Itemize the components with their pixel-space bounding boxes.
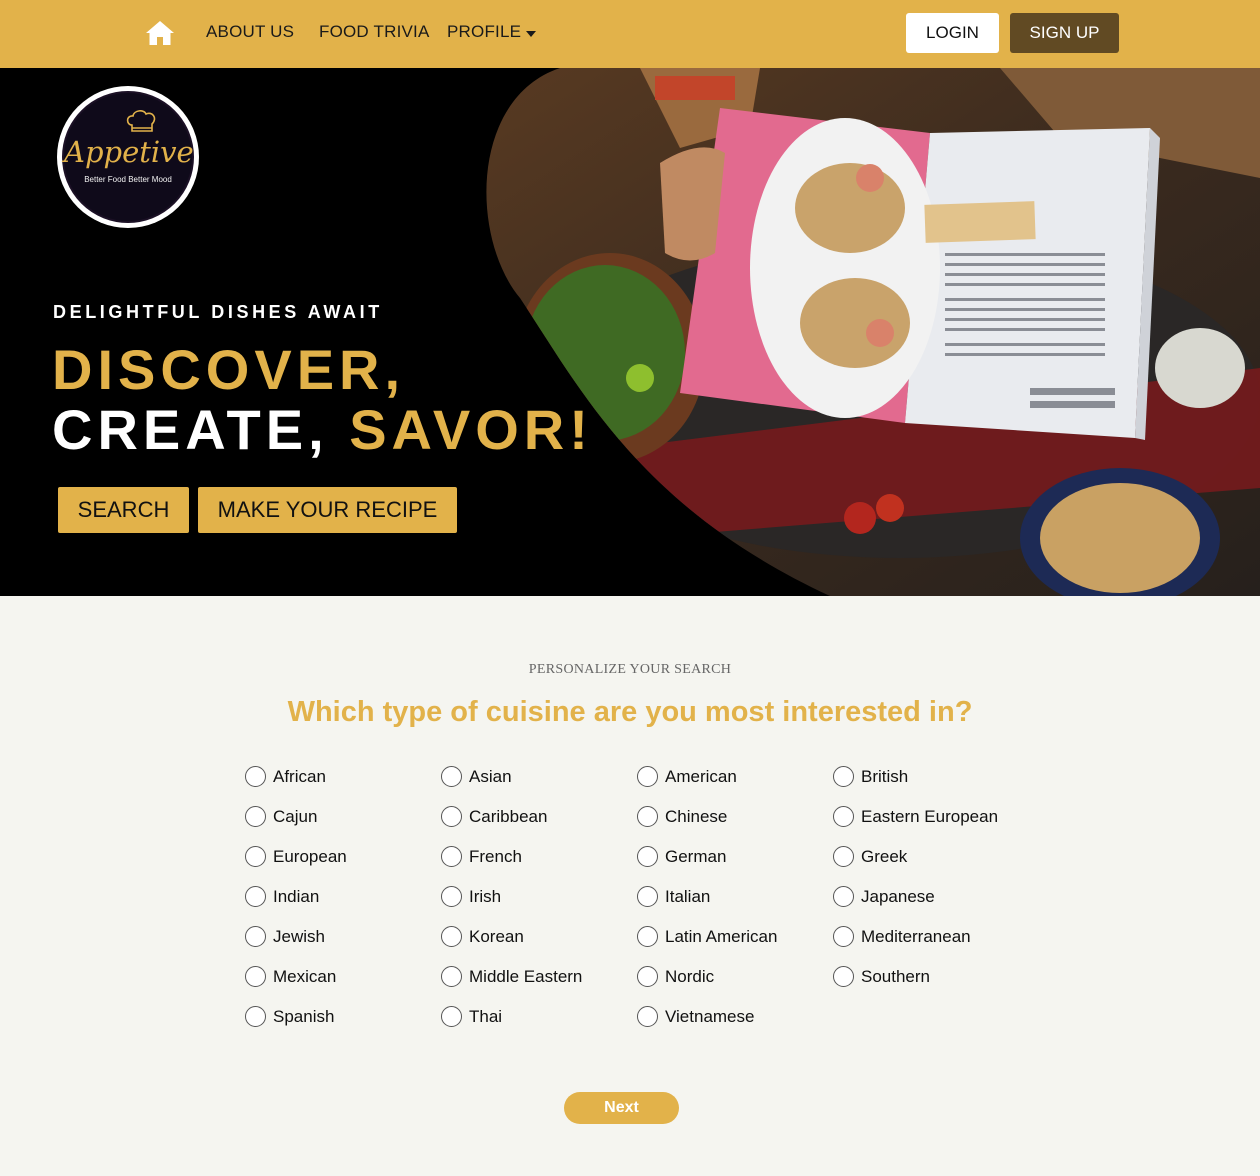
cuisine-radio[interactable] — [441, 966, 462, 987]
cuisine-label: Southern — [861, 967, 930, 986]
cuisine-label: Cajun — [273, 807, 318, 826]
cuisine-radio[interactable] — [637, 966, 658, 987]
cuisine-radio[interactable] — [637, 926, 658, 947]
cuisine-label: Thai — [469, 1007, 503, 1026]
nav-about-us[interactable]: ABOUT US — [206, 22, 294, 42]
cuisine-radio[interactable] — [441, 926, 462, 947]
hero-headline-create: CREATE, — [52, 398, 329, 461]
hero-headline-savor: SAVOR! — [349, 398, 593, 461]
make-recipe-button[interactable]: MAKE YOUR RECIPE — [198, 487, 457, 533]
cuisine-radio[interactable] — [245, 966, 266, 987]
cuisine-radio[interactable] — [833, 966, 854, 987]
signup-button[interactable]: SIGN UP — [1010, 13, 1119, 53]
cuisine-radio[interactable] — [245, 886, 266, 907]
cuisine-radio[interactable] — [833, 846, 854, 867]
cuisine-label: Nordic — [665, 967, 715, 986]
nav-food-trivia[interactable]: FOOD TRIVIA — [319, 22, 430, 42]
hero-banner: Appetive Better Food Better Mood DELIGHT… — [0, 68, 1260, 596]
home-icon[interactable] — [145, 19, 175, 47]
cuisine-radio[interactable] — [637, 846, 658, 867]
logo-badge: Appetive Better Food Better Mood — [62, 91, 194, 223]
chevron-down-icon[interactable] — [526, 31, 536, 37]
login-button[interactable]: LOGIN — [906, 13, 999, 53]
cuisine-label: Jewish — [273, 927, 325, 946]
appetive-logo[interactable]: Appetive Better Food Better Mood — [57, 86, 199, 228]
hero-eyebrow: DELIGHTFUL DISHES AWAIT — [53, 302, 383, 322]
cuisine-radio[interactable] — [833, 886, 854, 907]
cuisine-label: Chinese — [665, 807, 728, 826]
cuisine-label: Latin American — [665, 927, 778, 946]
cuisine-radio[interactable] — [245, 846, 266, 867]
cuisine-label: Vietnamese — [665, 1007, 755, 1026]
cuisine-label: European — [273, 847, 347, 866]
cuisine-label: Middle Eastern — [469, 967, 583, 986]
logo-tagline: Better Food Better Mood — [84, 175, 172, 184]
cuisine-label: Spanish — [273, 1007, 335, 1026]
cuisine-radio[interactable] — [441, 806, 462, 827]
quiz-eyebrow: PERSONALIZE YOUR SEARCH — [528, 662, 732, 677]
top-nav: ABOUT US FOOD TRIVIA PROFILE LOGIN SIGN … — [0, 0, 1260, 68]
cuisine-label: Greek — [861, 847, 908, 866]
hero-headline-line1: DISCOVER, — [52, 338, 406, 401]
cuisine-radio[interactable] — [833, 926, 854, 947]
cuisine-radio[interactable] — [245, 766, 266, 787]
cuisine-label: American — [665, 767, 737, 786]
cuisine-label: Korean — [469, 927, 524, 946]
cuisine-label: Italian — [665, 887, 711, 906]
cuisine-label: Indian — [273, 887, 320, 906]
cuisine-label: French — [469, 847, 522, 866]
next-button[interactable]: Next — [564, 1092, 679, 1124]
cuisine-radio[interactable] — [637, 766, 658, 787]
cuisine-radio[interactable] — [637, 886, 658, 907]
cuisine-label: Asian — [469, 767, 512, 786]
cuisine-radio[interactable] — [441, 846, 462, 867]
cuisine-radio[interactable] — [245, 1006, 266, 1027]
nav-profile[interactable]: PROFILE — [447, 22, 521, 42]
cuisine-label: Japanese — [861, 887, 935, 906]
cuisine-radio[interactable] — [833, 806, 854, 827]
cuisine-radio[interactable] — [637, 806, 658, 827]
cuisine-radio[interactable] — [441, 766, 462, 787]
cuisine-radio[interactable] — [245, 926, 266, 947]
quiz-question: Which type of cuisine are you most inter… — [287, 696, 973, 728]
cuisine-label: German — [665, 847, 727, 866]
cuisine-radio[interactable] — [833, 766, 854, 787]
hero-headline-line2: CREATE, SAVOR! — [52, 400, 593, 460]
cuisine-label: Eastern European — [861, 807, 999, 826]
cuisine-label: British — [861, 767, 909, 786]
cuisine-radio[interactable] — [245, 806, 266, 827]
cuisine-label: Caribbean — [469, 807, 548, 826]
chef-hat-icon — [126, 110, 156, 132]
search-button[interactable]: SEARCH — [58, 487, 189, 533]
cuisine-radio[interactable] — [441, 1006, 462, 1027]
cuisine-label: African — [273, 767, 326, 786]
logo-wordmark: Appetive — [64, 135, 194, 169]
cuisine-label: Mediterranean — [861, 927, 971, 946]
cuisine-label: Mexican — [273, 967, 337, 986]
cuisine-label: Irish — [469, 887, 502, 906]
cuisine-radio[interactable] — [637, 1006, 658, 1027]
cuisine-radio[interactable] — [441, 886, 462, 907]
